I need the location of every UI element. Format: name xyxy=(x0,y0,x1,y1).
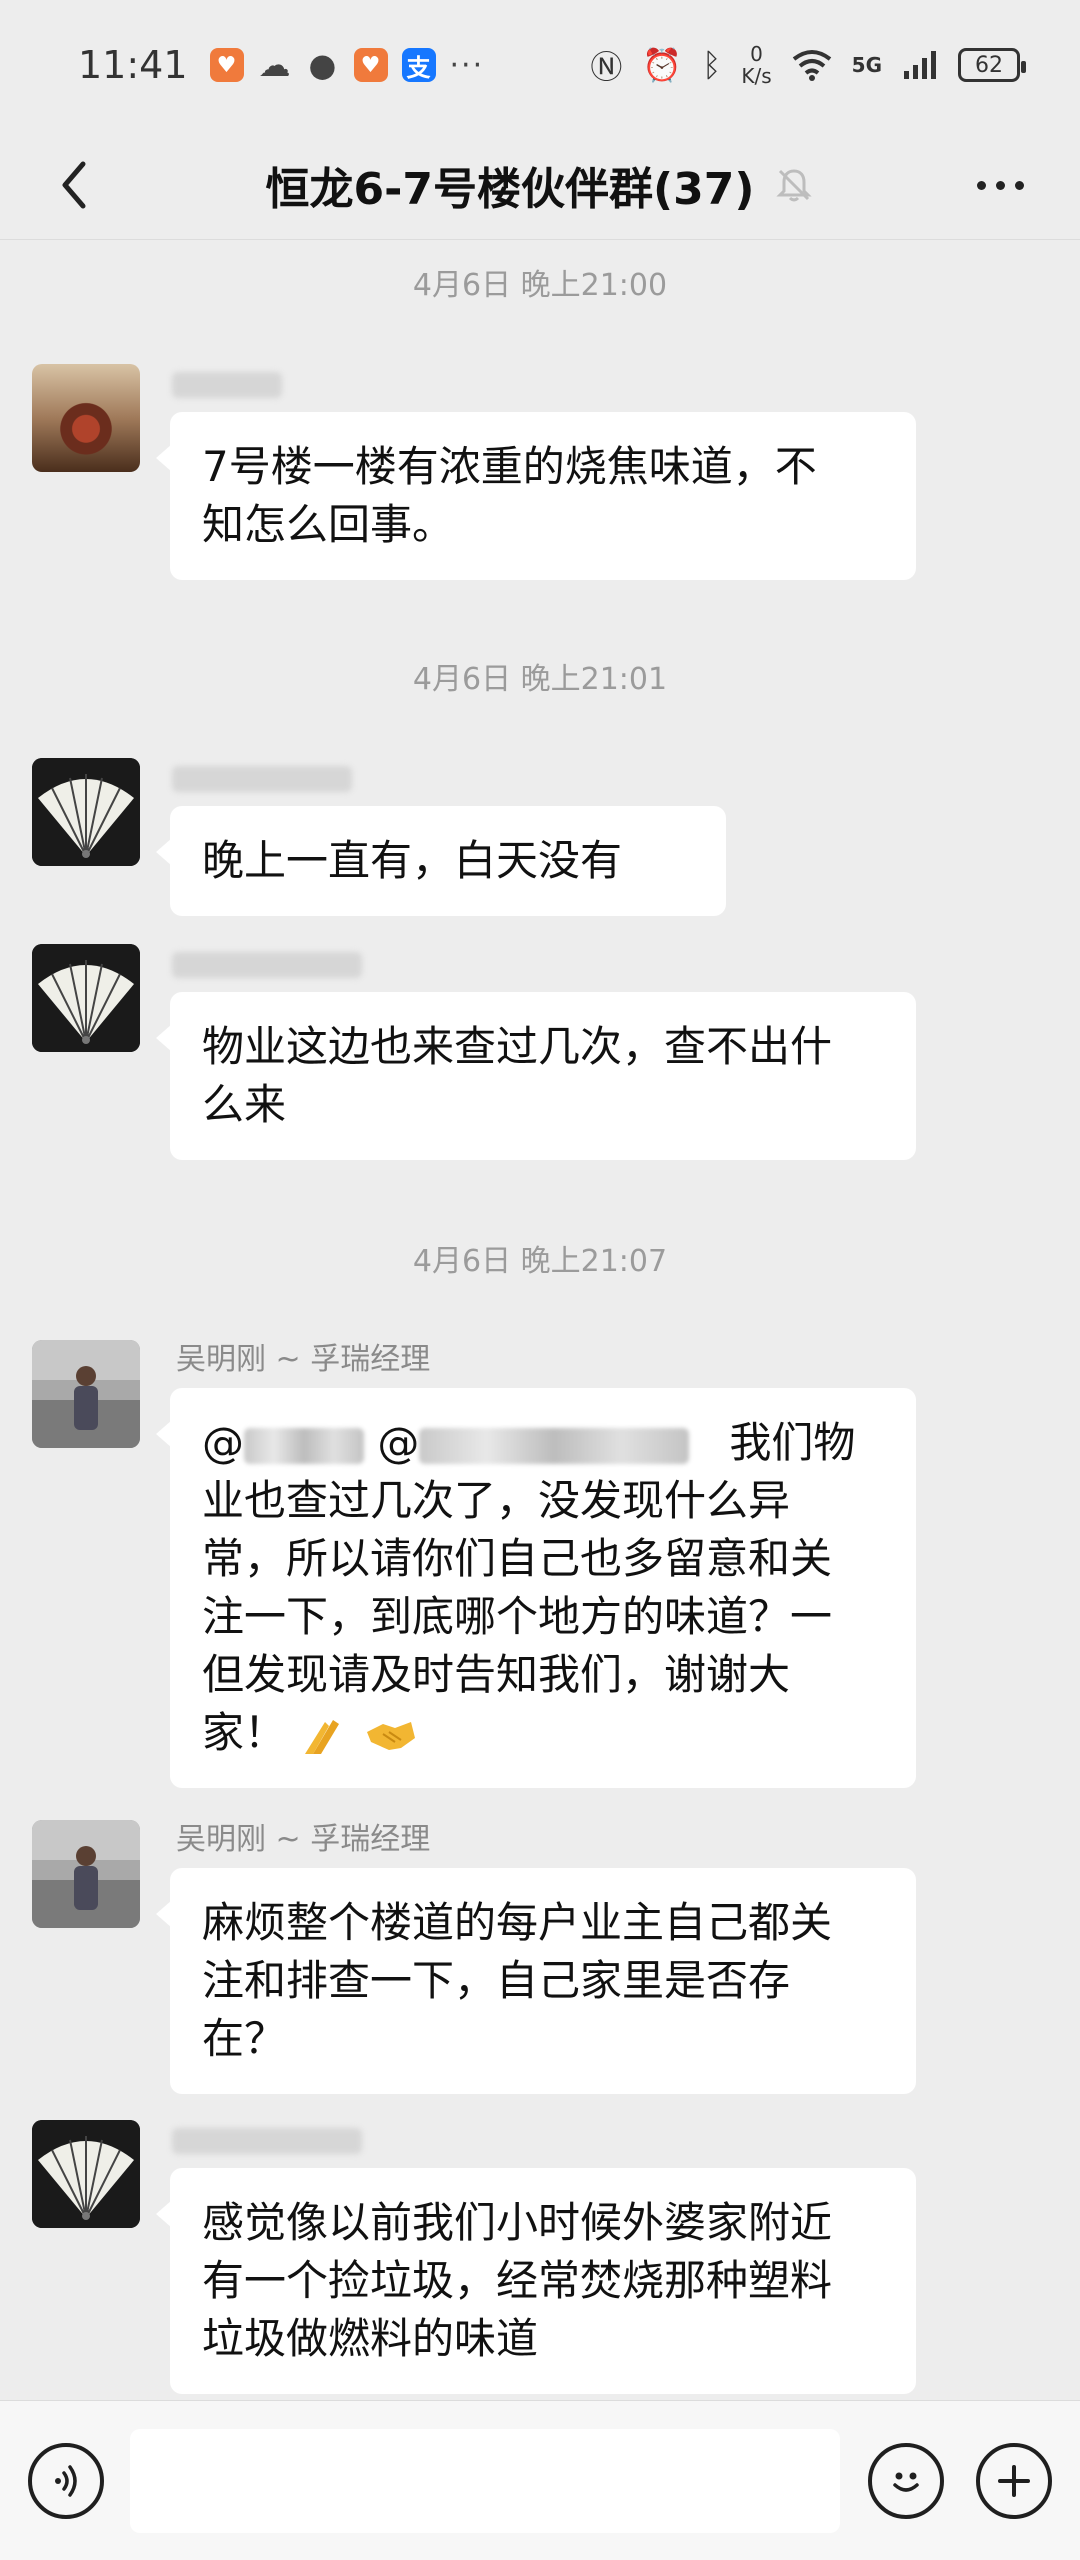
title-area[interactable]: 恒龙6-7号楼伙伴群(37) xyxy=(266,153,815,217)
message-line: 常，所以请你们自己也多留意和关 xyxy=(202,1534,833,1583)
sender-name: 吴明刚 ~ 孚瑞经理 xyxy=(176,1822,431,1857)
more-dot xyxy=(1014,180,1024,190)
message-line: 注和排查一下，自己家里是否存 xyxy=(202,1956,791,2005)
message-line: 垃圾做燃料的味道 xyxy=(202,2314,539,2363)
signal-icon xyxy=(904,51,936,79)
praying-hands-emoji-icon xyxy=(305,1719,340,1754)
message-bubble[interactable]: 7号楼一楼有浓重的烧焦味道，不 知怎么回事。 xyxy=(156,412,916,580)
message-line: 在？ xyxy=(202,2014,287,2063)
more-button[interactable] xyxy=(960,150,1040,220)
message-bubble[interactable]: 晚上一直有，白天没有 xyxy=(156,806,726,916)
message-line: 注一下，到底哪个地方的味道？一 xyxy=(202,1592,833,1641)
back-button[interactable] xyxy=(40,150,110,220)
nfc-icon: Ⓝ xyxy=(590,48,623,86)
mention-blurred[interactable] xyxy=(419,1427,690,1464)
chat-area[interactable]: 4月6日 晚上21:00 7号楼一楼有浓重的烧焦味道，不 知怎么回事。 4月6日… xyxy=(0,240,1080,2400)
message-input[interactable] xyxy=(130,2429,840,2533)
chat-header: 恒龙6-7号楼伙伴群(37) xyxy=(0,130,1080,240)
sender-name: 吴明刚 ~ 孚瑞经理 xyxy=(176,1342,431,1377)
network-type: 5G xyxy=(851,53,882,77)
timestamp: 4月6日 晚上21:00 xyxy=(412,268,668,303)
message-bubble[interactable]: @ @ 我们物 业也查过几次了，没发现什么异 常，所以请你们自己也多留意和关 注… xyxy=(156,1388,916,1788)
sender-name-blurred xyxy=(172,2128,362,2154)
timestamp: 4月6日 晚上21:01 xyxy=(412,662,668,697)
wechat-icon: ☁ xyxy=(258,46,291,84)
fan-avatar-image xyxy=(32,944,140,1052)
message-line: 么来 xyxy=(202,1080,287,1129)
alarm-icon: ⏰ xyxy=(642,46,683,84)
voice-button[interactable] xyxy=(28,2443,104,2519)
avatar[interactable] xyxy=(32,944,140,1052)
message-line: 知怎么回事。 xyxy=(202,500,455,549)
battery-level: 62 xyxy=(975,52,1003,78)
message-line: 业也查过几次了，没发现什么异 xyxy=(202,1476,791,1525)
more-dot xyxy=(995,180,1005,190)
plus-button[interactable] xyxy=(976,2443,1052,2519)
person-avatar-image xyxy=(32,1820,140,1928)
more-notifications-icon: ··· xyxy=(449,47,485,83)
status-time: 11:41 xyxy=(78,43,188,87)
emoji-button[interactable] xyxy=(868,2443,944,2519)
fan-avatar-image xyxy=(32,2120,140,2228)
message-text: 家！ xyxy=(202,1708,287,1757)
message-line: 7号楼一楼有浓重的烧焦味道，不 xyxy=(202,442,817,491)
battery-icon: 62 xyxy=(958,48,1026,82)
message-line: 感觉像以前我们小时候外婆家附近 xyxy=(202,2198,833,2247)
message-text: 我们物 xyxy=(729,1418,856,1467)
mention-blurred[interactable] xyxy=(244,1427,364,1464)
message-icon: ● xyxy=(308,46,337,84)
notification-icons: ♥ ☁ ● ♥ 支 ··· xyxy=(209,46,485,84)
message-bubble[interactable]: 感觉像以前我们小时候外婆家附近 有一个捡垃圾，经常焚烧那种塑料 垃圾做燃料的味道 xyxy=(156,2168,916,2394)
mention-at: @ xyxy=(377,1418,420,1467)
more-dots-icon xyxy=(976,180,986,190)
message-line: 有一个捡垃圾，经常焚烧那种塑料 xyxy=(202,2256,833,2305)
bluetooth-icon: ᛒ xyxy=(702,46,722,84)
message-line: 晚上一直有，白天没有 xyxy=(202,836,623,885)
wifi-icon xyxy=(792,50,831,81)
group-title: 恒龙6-7号楼伙伴群(37) xyxy=(265,163,755,215)
avatar[interactable] xyxy=(32,758,140,866)
bell-off-icon xyxy=(776,168,813,201)
emoji-icon xyxy=(893,2472,919,2492)
alipay-icon: 支 xyxy=(401,48,436,82)
avatar[interactable] xyxy=(32,1820,140,1928)
message-line: 麻烦整个楼道的每户业主自己都关 xyxy=(202,1898,833,1947)
speed-unit: K/s xyxy=(741,64,772,88)
handshake-emoji-icon xyxy=(366,1721,415,1750)
avatar[interactable] xyxy=(32,2120,140,2228)
app-notification-icon: ♥ xyxy=(209,48,244,82)
message-line: 物业这边也来查过几次，查不出什 xyxy=(202,1022,833,1071)
voice-icon xyxy=(55,2465,77,2497)
system-icons: Ⓝ ⏰ ᛒ 0 K/s 5G 62 xyxy=(590,42,1026,88)
chevron-left-icon xyxy=(62,161,86,209)
avatar[interactable] xyxy=(32,364,140,472)
message-bubble[interactable]: 麻烦整个楼道的每户业主自己都关 注和排查一下，自己家里是否存 在？ xyxy=(156,1868,916,2094)
message-line: 但发现请及时告知我们，谢谢大 xyxy=(202,1650,791,1699)
app-notification-icon: ♥ xyxy=(353,48,388,82)
avatar[interactable] xyxy=(32,1340,140,1448)
person-avatar-image xyxy=(32,1340,140,1448)
sender-name-blurred xyxy=(172,766,352,792)
network-speed: 0 K/s xyxy=(741,43,771,87)
speed-value: 0 xyxy=(750,42,763,66)
fan-avatar-image xyxy=(32,758,140,866)
plus-icon xyxy=(998,2465,1030,2497)
message-first-line: @ @ 我们物 xyxy=(202,1414,884,1472)
status-bar: 11:41 ♥ ☁ ● ♥ 支 ··· Ⓝ ⏰ ᛒ 0 K/s 5G 62 xyxy=(0,0,1080,130)
input-bar xyxy=(0,2400,1080,2560)
timestamp: 4月6日 晚上21:07 xyxy=(412,1244,668,1279)
mention-at: @ xyxy=(202,1418,244,1467)
sender-name-blurred xyxy=(172,952,362,978)
message-bubble[interactable]: 物业这边也来查过几次，查不出什 么来 xyxy=(156,992,916,1160)
message-last-line: 家！ xyxy=(202,1704,884,1762)
sender-name-blurred xyxy=(172,372,282,398)
